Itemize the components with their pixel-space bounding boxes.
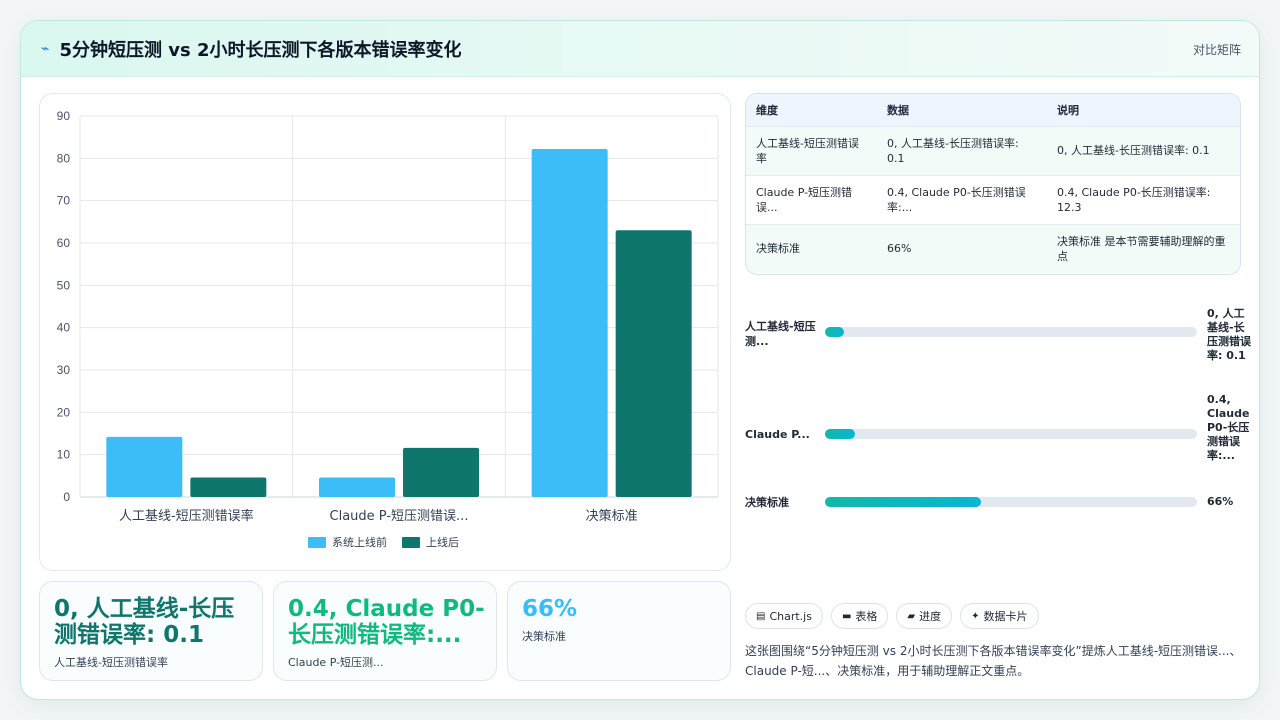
table-cell: 决策标准 <box>756 242 800 256</box>
bar <box>403 447 479 497</box>
stat-label: 人工基线-短压测错误率 <box>54 656 168 669</box>
progress-label: 人工基线-短压测... <box>745 320 816 348</box>
table-cell: 66% <box>887 242 912 256</box>
chart-panel: 0 10 20 30 40 50 60 70 80 90 人工基线-短压测错误率 Claude P-短… <box>39 93 731 571</box>
y-tick-label: 60 <box>57 236 71 250</box>
x-tick-label: 人工基线-短压测错误率 <box>119 508 254 524</box>
stat-label: Claude P-短压测... <box>288 656 384 669</box>
data-table-panel: 维度 数据 说明 人工基线-短压测错误率 0, 人工基线-长压测错误率: 0.1… <box>745 93 1241 275</box>
chip-label: 表格 <box>855 610 878 623</box>
bar <box>615 230 692 498</box>
stat-label: 决策标准 <box>522 630 566 643</box>
table-cell: 0.4, Claude P0-长压测错误率:... <box>887 185 1026 214</box>
y-tick-label: 90 <box>57 109 71 123</box>
bar <box>531 149 608 497</box>
bar-chart: 0 10 20 30 40 50 60 70 80 90 人工基线-短压测错误率 Claude P-短… <box>57 109 719 549</box>
chip-progress[interactable]: ▰ 进度 <box>896 603 953 629</box>
chip-label: 进度 <box>919 610 942 623</box>
table-header-note: 说明 <box>1057 103 1079 117</box>
table-icon: ▬ <box>841 610 852 622</box>
progress-fill <box>825 497 982 507</box>
table-cell: 人工基线-短压测错误率 <box>756 136 859 165</box>
table-row: 决策标准 66% 决策标准 是本节需要辅助理解的重点 <box>746 224 1240 273</box>
progress-track <box>825 497 1197 507</box>
progress-value: 0.4, Claude P0-长压测错误率:... <box>1207 393 1250 462</box>
stat-value: 66% <box>522 596 578 622</box>
stat-card: 66% 决策标准 <box>507 581 731 681</box>
header-right-label: 对比矩阵 <box>1192 43 1241 57</box>
stat-card: 0.4, Claude P0-长压测错误率:... Claude P-短压测..… <box>273 581 497 681</box>
y-tick-label: 80 <box>57 151 71 165</box>
chip-table[interactable]: ▬ 表格 <box>830 603 889 629</box>
legend-label: 系统上线前 <box>332 535 387 549</box>
y-tick-label: 0 <box>63 490 70 504</box>
stat-card: 0, 人工基线-长压测错误率: 0.1 人工基线-短压测错误率 <box>39 581 263 681</box>
table-cell: 决策标准 是本节需要辅助理解的重点 <box>1057 234 1226 263</box>
bar <box>190 477 267 497</box>
data-table: 维度 数据 说明 人工基线-短压测错误率 0, 人工基线-长压测错误率: 0.1… <box>746 94 1240 273</box>
progress-value: 66% <box>1207 495 1234 508</box>
y-tick-label: 50 <box>57 278 71 292</box>
table-header-data: 数据 <box>887 103 909 117</box>
bar <box>106 436 183 497</box>
legend-swatch <box>308 537 326 548</box>
progress-fill <box>825 327 844 337</box>
y-tick-label: 20 <box>57 405 71 419</box>
progress-label: 决策标准 <box>745 496 789 509</box>
chip-row: ▤ Chart.js ▬ 表格 ▰ 进度 ✦ 数据卡片 <box>745 603 1047 629</box>
chip-label: 数据卡片 <box>983 610 1028 623</box>
table-cell: Claude P-短压测错误... <box>756 185 853 214</box>
table-header-row: 维度 数据 说明 <box>746 94 1240 126</box>
y-tick-label: 70 <box>57 194 71 208</box>
legend-label: 上线后 <box>426 535 459 549</box>
table-cell: 0, 人工基线-长压测错误率: 0.1 <box>887 136 1019 165</box>
header-bar: ⌁ 5分钟短压测 vs 2小时长压测下各版本错误率变化 对比矩阵 <box>21 21 1259 77</box>
chip-label: Chart.js <box>769 609 812 623</box>
chip-data-card[interactable]: ✦ 数据卡片 <box>960 603 1039 629</box>
progress-list: 人工基线-短压测... 0, 人工基线-长压测错误率: 0.1 Claude P… <box>745 287 1255 517</box>
summary-text: 这张图围绕“5分钟短压测 vs 2小时长压测下各版本错误率变化”提炼人工基线-短… <box>745 644 1242 678</box>
sparkle-icon: ✦ <box>971 610 980 622</box>
table-cell: 0.4, Claude P0-长压测错误率: 12.3 <box>1057 185 1211 214</box>
progress-track <box>825 429 1197 439</box>
chart-line-icon: ⌁ <box>41 41 50 57</box>
table-header-dimension: 维度 <box>756 103 778 117</box>
window-icon: ▤ <box>756 610 766 622</box>
progress-value: 0, 人工基线-长压测错误率: 0.1 <box>1207 307 1251 362</box>
page-title: 5分钟短压测 vs 2小时长压测下各版本错误率变化 <box>59 40 462 61</box>
main-card: ⌁ 5分钟短压测 vs 2小时长压测下各版本错误率变化 对比矩阵 0 10 20 30… <box>20 20 1260 700</box>
progress-label: Claude P... <box>745 428 810 441</box>
stat-value: 0, 人工基线-长压测错误率: 0.1 <box>54 596 235 648</box>
stat-value: 0.4, Claude P0-长压测错误率:... <box>288 596 485 648</box>
y-tick-label: 40 <box>57 321 71 335</box>
chip-chartjs[interactable]: ▤ Chart.js <box>745 603 823 629</box>
progress-track <box>825 327 1197 337</box>
x-tick-label: 决策标准 <box>586 508 638 524</box>
y-tick-label: 10 <box>57 448 71 462</box>
title-group: ⌁ 5分钟短压测 vs 2小时长压测下各版本错误率变化 <box>41 37 461 61</box>
legend-swatch <box>402 537 420 548</box>
bar <box>319 477 395 497</box>
table-row: 人工基线-短压测错误率 0, 人工基线-长压测错误率: 0.1 0, 人工基线-… <box>746 126 1240 175</box>
progress-icon: ▰ <box>907 610 916 622</box>
table-cell: 0, 人工基线-长压测错误率: 0.1 <box>1057 144 1210 157</box>
table-row: Claude P-短压测错误... 0.4, Claude P0-长压测错误率:… <box>746 175 1240 224</box>
progress-fill <box>825 429 855 439</box>
y-tick-label: 30 <box>57 363 71 377</box>
x-tick-label: Claude P-短压测错误... <box>330 509 469 524</box>
